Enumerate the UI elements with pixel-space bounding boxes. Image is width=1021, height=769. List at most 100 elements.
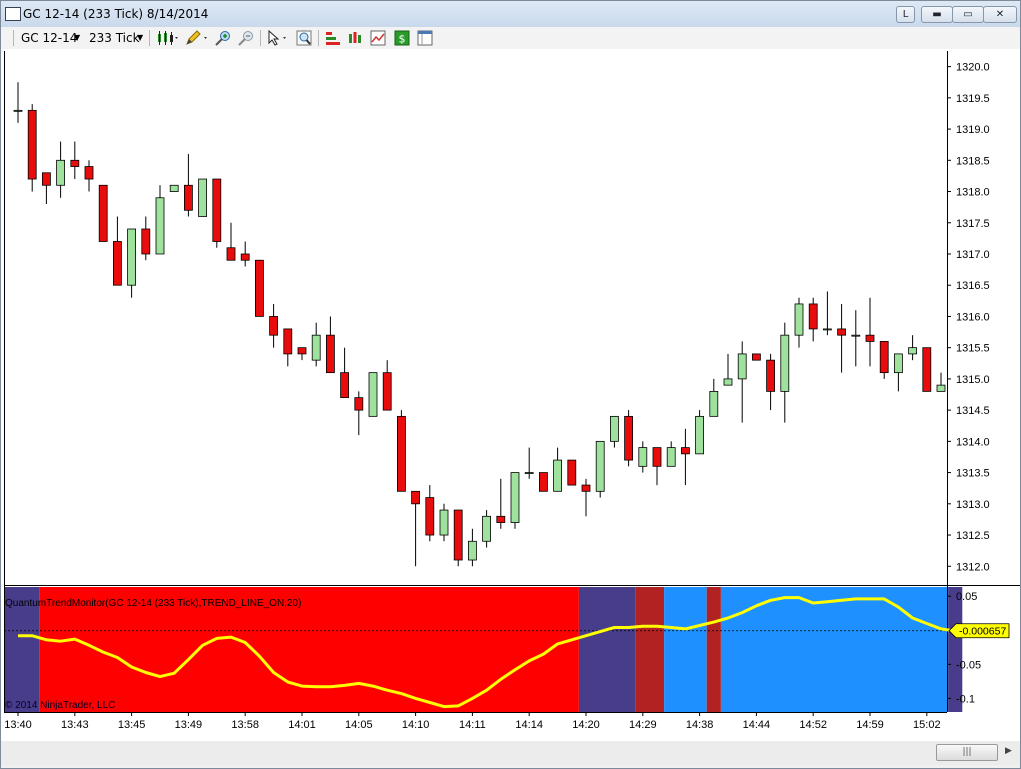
candle-body [84, 166, 94, 180]
instrument-selector[interactable]: GC 12-14 [21, 31, 77, 45]
candle-body [396, 415, 406, 492]
zoom-out-icon[interactable] [237, 30, 255, 46]
price-tick-label: 1317.5 [956, 218, 990, 230]
chevron-down-icon[interactable]: ▼ [137, 33, 143, 42]
horizontal-scrollbar[interactable]: ||| ▶ [1, 741, 1020, 765]
dollar-icon[interactable]: $ [394, 30, 410, 46]
time-tick-label: 14:52 [799, 719, 827, 731]
candle-body [922, 347, 932, 392]
search-zoom-icon[interactable] [296, 30, 312, 46]
candle-body [823, 328, 832, 331]
candle-body [936, 384, 946, 392]
chart-window: GC 12-14 (233 Tick) 8/14/2014 L ▬ ▭ ✕ GC… [0, 0, 1021, 769]
candle-body [524, 472, 534, 474]
candle-body [723, 378, 733, 386]
candle-body [581, 484, 591, 492]
interval-selector[interactable]: 233 Tick [89, 31, 140, 45]
chart-toolbar: GC 12-14 ▼ 233 Tick ▼ $ [1, 27, 1020, 50]
candle-body [113, 241, 122, 286]
price-tick-label: 1319.0 [956, 124, 990, 136]
candle-body [624, 415, 633, 461]
candle-body [13, 109, 23, 112]
price-tick-label: 1318.0 [956, 187, 990, 199]
candle-body [56, 159, 65, 186]
candle-body [638, 447, 648, 467]
chart-area[interactable]: 1320.0 1319.5 1319.0 1318.5 1318.0 1317.5 1317… [1, 49, 1020, 768]
time-tick-label: 14:44 [743, 719, 771, 731]
candle-body [382, 372, 392, 411]
indicator-tick-label: -0.05 [956, 659, 981, 671]
indicators-icon[interactable] [325, 30, 341, 46]
candle-body [169, 184, 179, 192]
candle-body [567, 459, 577, 486]
price-tick-label: 1312.5 [956, 530, 990, 542]
candle-body [595, 440, 605, 492]
indicator-tick-label: 0.05 [956, 591, 977, 603]
candle-body [212, 178, 222, 242]
scroll-right-arrow-icon[interactable]: ▶ [1001, 744, 1016, 759]
price-tick-label: 1313.5 [956, 468, 990, 480]
candle-body [681, 447, 690, 455]
candle-body [411, 490, 421, 505]
cursor-pointer-icon[interactable] [266, 30, 290, 46]
time-tick-label: 14:10 [402, 719, 430, 731]
maximize-button[interactable]: ▭ [952, 6, 984, 23]
time-tick-label: 14:01 [288, 719, 316, 731]
time-tick-label: 14:29 [629, 719, 657, 731]
price-tick-label: 1314.0 [956, 436, 990, 448]
chart-properties-icon[interactable] [370, 30, 386, 46]
candle-body [652, 447, 662, 467]
candle-body [141, 228, 151, 255]
toolbar-separator [149, 30, 150, 46]
candle-body [254, 259, 264, 317]
minimize-button[interactable]: ▬ [921, 6, 953, 23]
candle-body [340, 372, 350, 399]
data-box-icon[interactable] [417, 30, 433, 46]
candle-body [837, 328, 846, 336]
pencil-draw-icon[interactable] [184, 30, 208, 46]
candle-body [908, 347, 917, 355]
candle-body [297, 347, 307, 355]
price-tick-label: 1313.0 [956, 499, 990, 511]
price-tick-label: 1316.5 [956, 280, 990, 292]
price-tick-label: 1312.0 [956, 561, 990, 573]
candle-body [226, 247, 236, 261]
candle-body [794, 303, 804, 336]
price-tick-label: 1314.5 [956, 405, 990, 417]
candle-body [482, 515, 492, 542]
candle-body [70, 159, 80, 167]
chevron-down-icon[interactable]: ▼ [74, 33, 80, 42]
time-tick-label: 15:02 [913, 719, 941, 731]
bar-type-icon[interactable] [156, 30, 178, 46]
scrollbar-thumb[interactable]: ||| [936, 744, 998, 761]
price-tick-label: 1315.0 [956, 374, 990, 386]
candle-body [311, 334, 321, 361]
price-panel [4, 51, 946, 585]
candle-body [198, 178, 208, 217]
price-tick-label: 1319.5 [956, 93, 990, 105]
close-button[interactable]: ✕ [983, 6, 1017, 23]
price-chart[interactable]: 1320.0 1319.5 1319.0 1318.5 1318.0 1317.5 1317… [1, 49, 1020, 741]
candle-body [865, 334, 875, 342]
candle-body [240, 253, 250, 261]
candle-body [666, 447, 676, 467]
current-value-text: -0.000657 [959, 626, 1006, 638]
time-tick-label: 13:49 [175, 719, 203, 731]
trend-zone [706, 587, 721, 712]
candle-body [425, 497, 435, 536]
candle-body [780, 334, 790, 392]
title-bar[interactable]: GC 12-14 (233 Tick) 8/14/2014 L ▬ ▭ ✕ [1, 1, 1020, 27]
candle-body [183, 184, 193, 211]
price-tick-label: 1318.5 [956, 155, 990, 167]
time-tick-label: 14:38 [686, 719, 714, 731]
time-tick-label: 14:14 [515, 719, 543, 731]
pin-button[interactable]: L [896, 6, 915, 23]
candle-body [155, 197, 165, 255]
candle-body [467, 540, 477, 561]
toolbar-separator [260, 30, 261, 46]
trend-zone [664, 587, 707, 712]
zoom-in-icon[interactable] [214, 30, 232, 46]
strategies-icon[interactable] [347, 30, 363, 46]
indicator-label: QuantumTrendMonitor(GC 12-14 (233 Tick),… [5, 598, 302, 609]
candle-body [553, 459, 562, 492]
